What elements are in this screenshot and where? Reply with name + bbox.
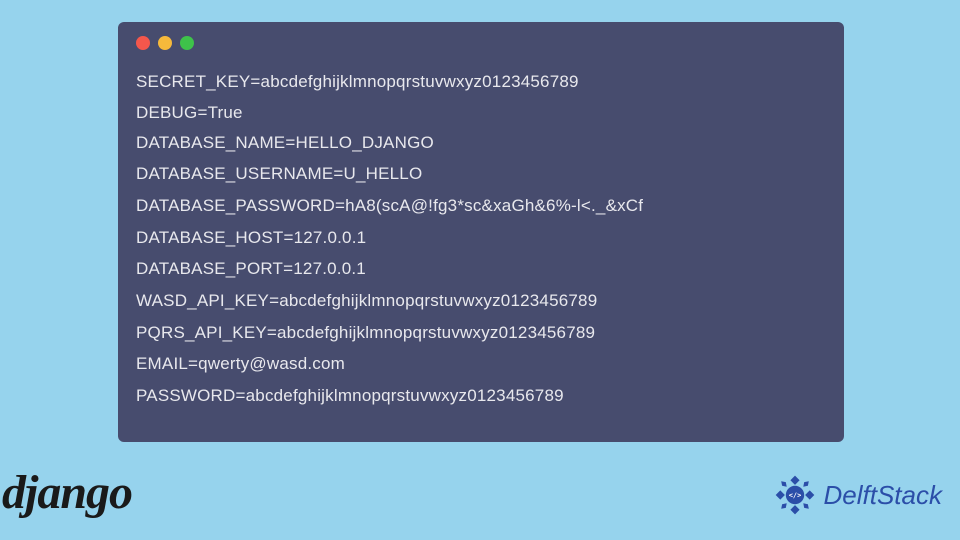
env-line: SECRET_KEY=abcdefghijklmnopqrstuvwxyz012… (136, 66, 826, 98)
env-line: DATABASE_NAME=HELLO_DJANGO (136, 127, 826, 159)
env-line: WASD_API_KEY=abcdefghijklmnopqrstuvwxyz0… (136, 285, 826, 317)
env-line: PQRS_API_KEY=abcdefghijklmnopqrstuvwxyz0… (136, 317, 826, 349)
minimize-icon[interactable] (158, 36, 172, 50)
env-line: PASSWORD=abcdefghijklmnopqrstuvwxyz01234… (136, 380, 826, 412)
delftstack-icon: </> (772, 472, 818, 518)
close-icon[interactable] (136, 36, 150, 50)
window-controls (136, 36, 826, 50)
env-line: DATABASE_PORT=127.0.0.1 (136, 254, 826, 286)
env-line: EMAIL=qwerty@wasd.com (136, 349, 826, 381)
delftstack-text: DelftStack (824, 480, 943, 511)
env-file-content: SECRET_KEY=abcdefghijklmnopqrstuvwxyz012… (136, 66, 826, 412)
env-line: DATABASE_HOST=127.0.0.1 (136, 222, 826, 254)
maximize-icon[interactable] (180, 36, 194, 50)
env-line: DATABASE_PASSWORD=hA8(scA@!fg3*sc&xaGh&6… (136, 191, 826, 223)
svg-text:</>: </> (788, 491, 800, 499)
django-logo: django (2, 465, 132, 520)
env-line: DATABASE_USERNAME=U_HELLO (136, 159, 826, 191)
delftstack-logo: </> DelftStack (772, 472, 943, 518)
terminal-window: SECRET_KEY=abcdefghijklmnopqrstuvwxyz012… (118, 22, 844, 442)
env-line: DEBUG=True (136, 98, 826, 130)
